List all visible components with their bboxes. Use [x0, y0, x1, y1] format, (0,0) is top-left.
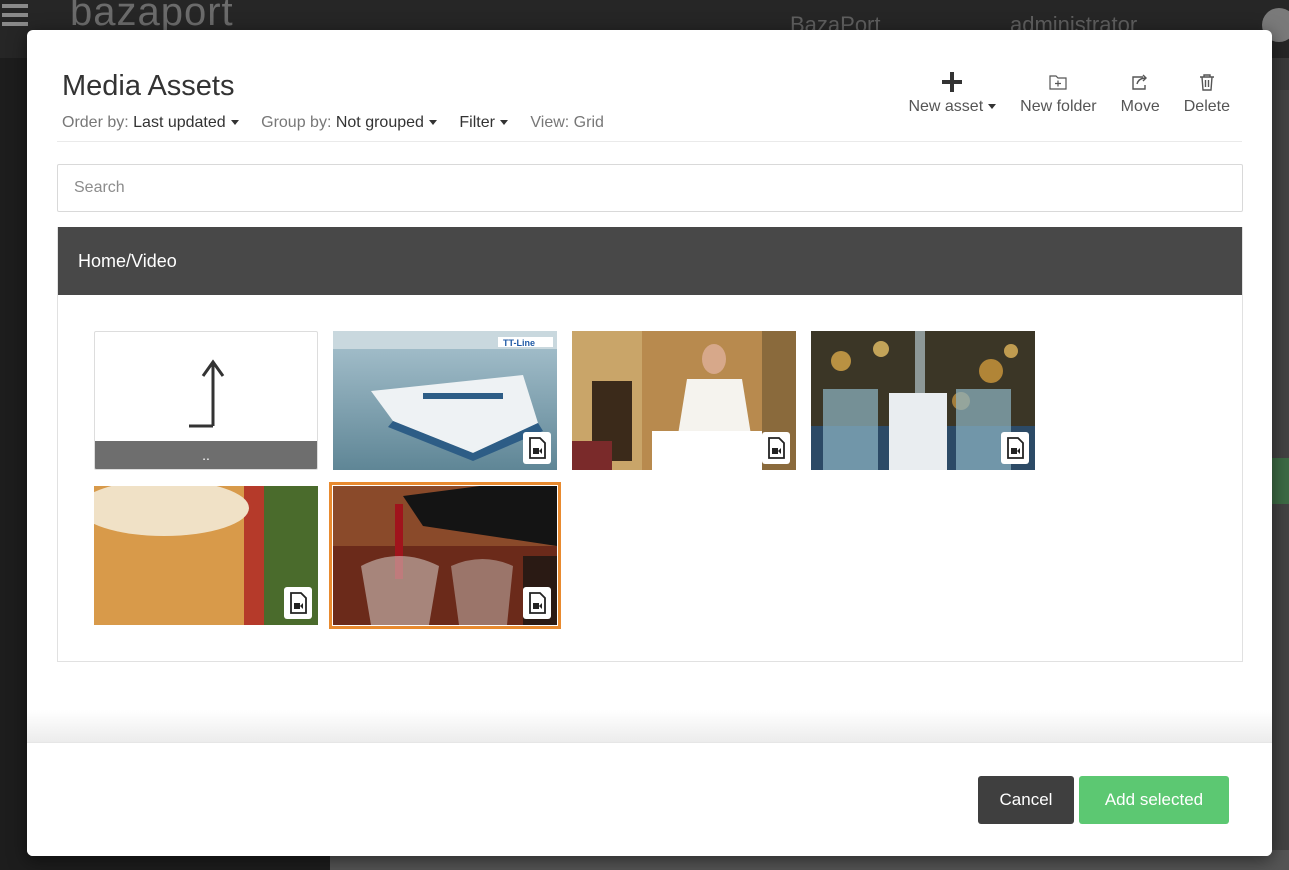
new-folder-label: New folder — [1020, 98, 1097, 115]
new-folder-button[interactable]: New folder — [1008, 68, 1108, 128]
view-options: Order by: Last updated Group by: Not gro… — [62, 114, 622, 132]
background-green-button — [1272, 458, 1289, 504]
dialog-actions: New asset New folder Move Delete — [896, 68, 1242, 128]
asset-tile[interactable]: TT-Line — [333, 331, 557, 470]
parent-folder-label: .. — [95, 441, 317, 469]
video-file-icon — [762, 432, 790, 464]
trash-icon — [1199, 68, 1215, 96]
video-file-icon — [523, 587, 551, 619]
plus-icon — [941, 68, 963, 96]
group-by-label: Group by: — [261, 114, 332, 131]
menu-icon — [2, 4, 28, 30]
arrow-up-icon — [189, 359, 225, 428]
caret-down-icon — [230, 120, 239, 126]
video-file-icon — [1001, 432, 1029, 464]
filter-dropdown[interactable]: Filter — [459, 114, 508, 131]
asset-tile-selected[interactable] — [329, 482, 561, 629]
caret-down-icon — [499, 120, 508, 126]
order-by-value: Last updated — [133, 114, 226, 131]
group-by-value: Not grouped — [335, 114, 424, 131]
group-by-dropdown[interactable]: Group by: Not grouped — [261, 114, 437, 131]
dialog-title: Media Assets — [62, 70, 235, 102]
new-asset-button[interactable]: New asset — [896, 68, 1008, 128]
move-label: Move — [1120, 98, 1160, 115]
video-file-icon — [523, 432, 551, 464]
folder-plus-icon — [1049, 68, 1067, 96]
share-icon — [1130, 68, 1150, 96]
caret-down-icon — [988, 104, 997, 110]
breadcrumb: Home/Video — [58, 227, 1242, 295]
delete-button[interactable]: Delete — [1172, 68, 1242, 128]
filter-label: Filter — [459, 114, 495, 131]
asset-browser: Home/Video .. TT-Line — [57, 227, 1243, 662]
footer-shadow — [27, 710, 1272, 742]
new-asset-label: New asset — [908, 98, 984, 115]
move-button[interactable]: Move — [1109, 68, 1172, 128]
view-toggle[interactable]: View: Grid — [530, 114, 604, 131]
view-value: Grid — [573, 114, 604, 131]
video-file-icon — [284, 587, 312, 619]
view-label: View: — [530, 114, 570, 131]
add-selected-button[interactable]: Add selected — [1079, 776, 1229, 824]
asset-tile[interactable] — [94, 486, 318, 625]
order-by-label: Order by: — [62, 114, 129, 131]
media-assets-dialog: Media Assets Order by: Last updated Grou… — [27, 30, 1272, 856]
order-by-dropdown[interactable]: Order by: Last updated — [62, 114, 239, 131]
delete-label: Delete — [1183, 98, 1230, 115]
search-input[interactable] — [57, 164, 1243, 212]
parent-folder-tile[interactable]: .. — [94, 331, 318, 470]
dialog-header: Media Assets Order by: Last updated Grou… — [57, 30, 1242, 142]
cancel-button[interactable]: Cancel — [978, 776, 1074, 824]
caret-down-icon — [428, 120, 437, 126]
asset-tile[interactable] — [572, 331, 796, 470]
svg-text:TT-Line: TT-Line — [503, 338, 535, 348]
asset-tile[interactable] — [811, 331, 1035, 470]
